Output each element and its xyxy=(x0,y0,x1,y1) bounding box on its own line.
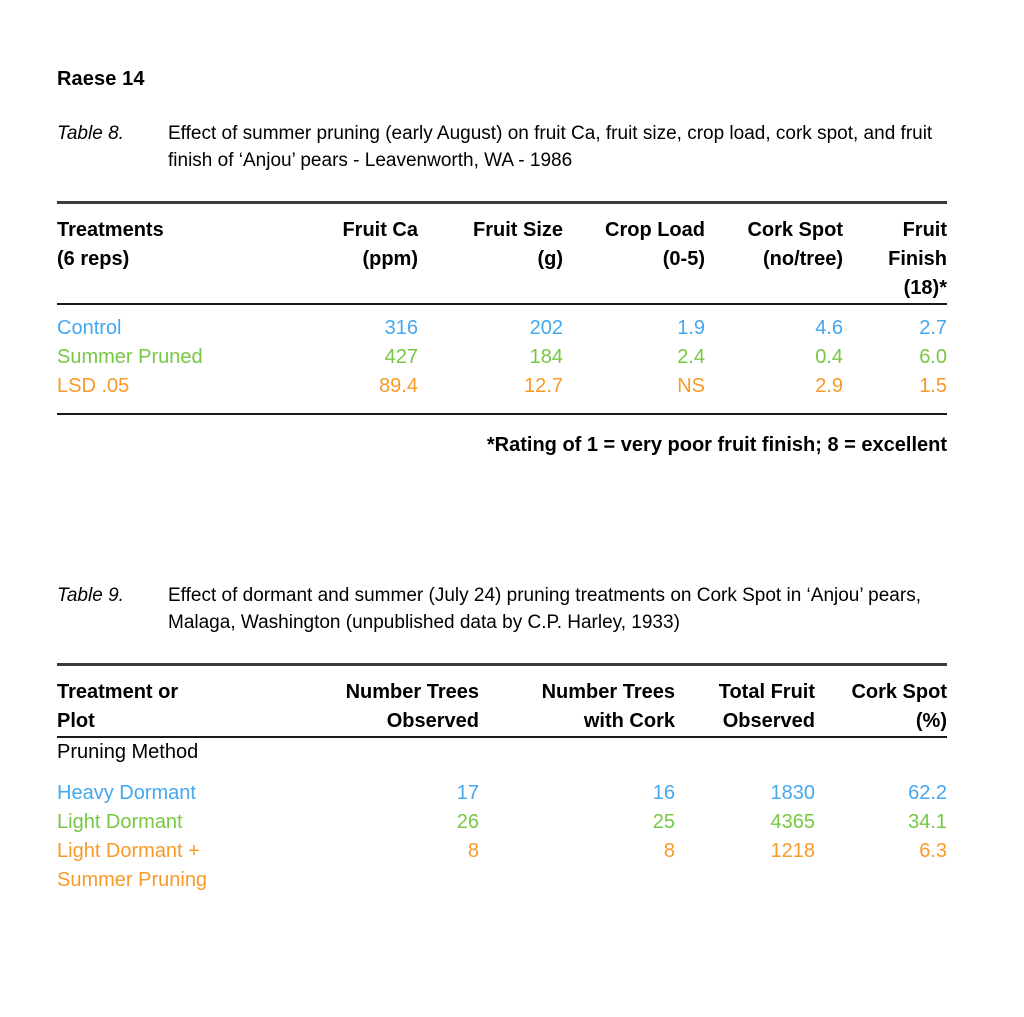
table9-section-heading: Pruning Method xyxy=(57,740,199,763)
table8-header-row: Treatments (6 reps) Fruit Ca (ppm) Fruit… xyxy=(57,216,947,303)
table8-r1-cork-spot: 0.4 xyxy=(815,345,843,368)
table9-r2-treatment: Light Dormant + Summer Pruning xyxy=(57,839,208,891)
table9-header-total-fruit: Total Fruit Observed xyxy=(718,680,815,732)
table8-r2-fruit-ca: 89.4 xyxy=(379,374,418,397)
document-page: Raese 14 Table 8. Effect of summer pruni… xyxy=(57,0,947,895)
table9-caption: Table 9. Effect of dormant and summer (J… xyxy=(57,583,947,637)
table8-caption-label: Table 8. xyxy=(57,123,124,144)
table9-r1-total-fruit: 4365 xyxy=(770,810,816,833)
table9-header-trees-with-cork: Number Trees with Cork xyxy=(541,680,675,732)
table9-r0-cork-spot-pct: 62.2 xyxy=(908,781,948,804)
table8-r2-treatment: LSD .05 xyxy=(57,374,130,397)
table8-header-fruit-finish: Fruit Finish (18)* xyxy=(888,218,947,299)
table9-r0-treatment: Heavy Dormant xyxy=(57,781,196,804)
table9-r1-cork-spot-pct: 34.1 xyxy=(908,810,948,833)
table8-r0-cork-spot: 4.6 xyxy=(815,316,843,339)
table8-r1-treatment: Summer Pruned xyxy=(57,345,203,368)
table8-r0-fruit-finish: 2.7 xyxy=(919,316,947,339)
table8-r0-fruit-size: 202 xyxy=(529,316,563,339)
table8-r1-fruit-finish: 6.0 xyxy=(919,345,947,368)
table8-header-treatments: Treatments (6 reps) xyxy=(57,218,164,270)
table8: Treatments (6 reps) Fruit Ca (ppm) Fruit… xyxy=(57,204,947,303)
table8-header-crop-load: Crop Load (0-5) xyxy=(605,218,705,270)
table9-r2-trees-observed: 8 xyxy=(467,839,479,862)
table8-r1-crop-load: 2.4 xyxy=(677,345,705,368)
table8-body: Control 316 202 1.9 4.6 2.7 Summer Prune… xyxy=(57,305,947,413)
table-row: Light Dormant + Summer Pruning 8 8 1218 … xyxy=(57,837,947,895)
table8-r2-fruit-size: 12.7 xyxy=(524,374,563,397)
table8-r0-crop-load: 1.9 xyxy=(677,316,705,339)
table8-r0-fruit-ca: 316 xyxy=(384,316,418,339)
table8-r1-fruit-size: 184 xyxy=(529,345,563,368)
table8-bottom-rule xyxy=(57,412,947,415)
table9-header-row: Treatment or Plot Number Trees Observed … xyxy=(57,678,947,736)
table-row: Control 316 202 1.9 4.6 2.7 xyxy=(57,314,947,343)
table9-r2-trees-with-cork: 8 xyxy=(663,839,675,862)
table9-body: Pruning Method Heavy Dormant 17 16 1830 … xyxy=(57,738,947,895)
table9-r1-treatment: Light Dormant xyxy=(57,810,183,833)
table8-r0-treatment: Control xyxy=(57,316,122,339)
table9-caption-label: Table 9. xyxy=(57,584,124,606)
table9-caption-text: Effect of dormant and summer (July 24) p… xyxy=(168,584,921,633)
table8-header-fruit-size: Fruit Size (g) xyxy=(472,218,563,270)
table9-header-cork-spot-pct: Cork Spot (%) xyxy=(851,680,947,732)
table8-header-cork-spot: Cork Spot (no/tree) xyxy=(747,218,843,270)
running-head: Raese 14 xyxy=(57,68,145,90)
table9-r2-total-fruit: 1218 xyxy=(770,839,816,862)
table8-r2-cork-spot: 2.9 xyxy=(815,374,843,397)
table8-footnote: *Rating of 1 = very poor fruit finish; 8… xyxy=(486,433,947,456)
table-row: LSD .05 89.4 12.7 NS 2.9 1.5 xyxy=(57,372,947,401)
table9-header-trees-observed: Number Trees Observed xyxy=(345,680,479,732)
table8-caption: Table 8. Effect of summer pruning (early… xyxy=(57,121,947,175)
table9-r0-trees-observed: 17 xyxy=(456,781,479,804)
table8-r2-fruit-finish: 1.5 xyxy=(919,374,947,397)
table-row: Heavy Dormant 17 16 1830 62.2 xyxy=(57,779,947,808)
table9-header-treatment: Treatment or Plot xyxy=(57,680,179,732)
table9-r0-total-fruit: 1830 xyxy=(770,781,816,804)
table9-r1-trees-observed: 26 xyxy=(456,810,479,833)
table9-section-heading-row: Pruning Method xyxy=(57,738,947,767)
table8-r1-fruit-ca: 427 xyxy=(384,345,418,368)
table9-r0-trees-with-cork: 16 xyxy=(652,781,675,804)
table9-r1-trees-with-cork: 25 xyxy=(652,810,675,833)
table9: Treatment or Plot Number Trees Observed … xyxy=(57,666,947,736)
table8-header-fruit-ca: Fruit Ca (ppm) xyxy=(342,218,418,270)
table9-r2-cork-spot-pct: 6.3 xyxy=(919,839,948,862)
table-row: Summer Pruned 427 184 2.4 0.4 6.0 xyxy=(57,343,947,372)
table-row: Light Dormant 26 25 4365 34.1 xyxy=(57,808,947,837)
table8-r2-crop-load: NS xyxy=(677,374,705,397)
table8-caption-text: Effect of summer pruning (early August) … xyxy=(168,123,933,171)
